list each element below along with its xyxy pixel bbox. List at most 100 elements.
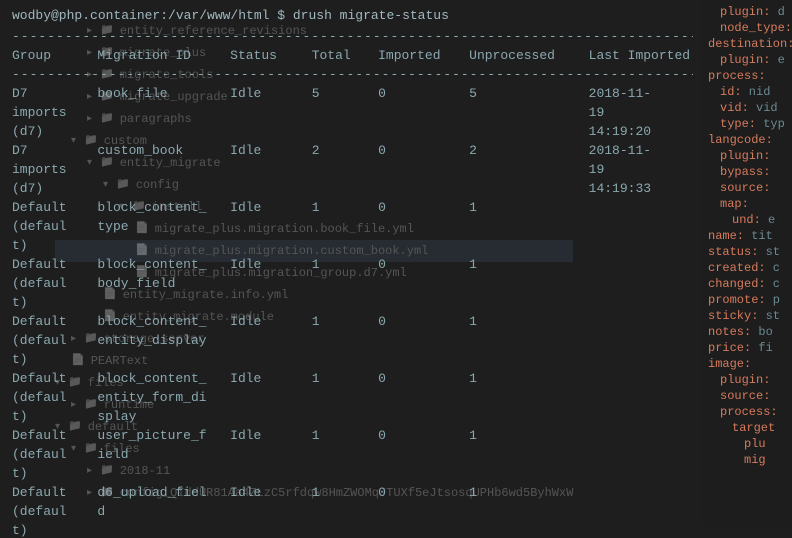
yaml-line: und: e: [708, 212, 786, 228]
yaml-key: process:: [720, 405, 778, 419]
yaml-line: type: typ: [708, 116, 786, 132]
table-row: (defaulield: [12, 447, 693, 462]
hdr-group: Group: [12, 48, 97, 63]
yaml-line: status: st: [708, 244, 786, 260]
table-row: D7custom_bookIdle2022018-11-: [12, 143, 693, 158]
table-row: t): [12, 466, 693, 481]
table-row: (d7)14:19:33: [12, 181, 693, 196]
yaml-key: image:: [708, 357, 751, 371]
table-row: imports19: [12, 105, 693, 120]
yaml-key: plugin:: [720, 5, 770, 19]
yaml-value: d: [770, 5, 784, 19]
table-row: (defaulbody_field: [12, 276, 693, 291]
table-row: (defaultype: [12, 219, 693, 234]
yaml-key: plugin:: [720, 373, 770, 387]
table-header: Group Migration ID Status Total Imported…: [12, 48, 693, 63]
yaml-line: created: c: [708, 260, 786, 276]
yaml-line: plugin: e: [708, 52, 786, 68]
table-row: Defaultuser_picture_fIdle101: [12, 428, 693, 443]
table-row: imports19: [12, 162, 693, 177]
yaml-line: langcode:: [708, 132, 786, 148]
prompt-line: wodby@php.container:/var/www/html $ drus…: [12, 8, 693, 23]
table-row: Defaultd6_upload_fielIdle101: [12, 485, 693, 500]
table-row: D7book_fileIdle5052018-11-: [12, 86, 693, 101]
hdr-last: Last Imported: [589, 48, 693, 63]
yaml-line: bypass:: [708, 164, 786, 180]
yaml-line: process:: [708, 68, 786, 84]
table-row: t): [12, 238, 693, 253]
yaml-key: notes:: [708, 325, 751, 339]
yaml-line: plugin:: [708, 148, 786, 164]
yaml-key: sticky:: [708, 309, 758, 323]
yaml-value: fi: [751, 341, 773, 355]
yaml-key: promote:: [708, 293, 766, 307]
table-row: Defaultblock_content_Idle101: [12, 257, 693, 272]
yaml-line: destination:: [708, 36, 786, 52]
yaml-value: p: [766, 293, 780, 307]
yaml-value: st: [758, 309, 780, 323]
yaml-line: plugin:: [708, 372, 786, 388]
yaml-value: vid: [749, 101, 778, 115]
yaml-line: image:: [708, 356, 786, 372]
yaml-key: plu: [744, 437, 766, 451]
yaml-value: c: [766, 261, 780, 275]
yaml-line: source:: [708, 388, 786, 404]
yaml-line: changed: c: [708, 276, 786, 292]
yaml-key: target: [732, 421, 775, 435]
yaml-key: source:: [720, 389, 770, 403]
yaml-line: map:: [708, 196, 786, 212]
table-row: t): [12, 352, 693, 367]
yaml-key: source:: [720, 181, 770, 195]
yaml-key: und:: [732, 213, 761, 227]
hdr-unproc: Unprocessed: [469, 48, 589, 63]
yaml-line: mig: [708, 452, 786, 468]
yaml-line: promote: p: [708, 292, 786, 308]
table-row: t): [12, 295, 693, 310]
yaml-key: langcode:: [708, 133, 773, 147]
table-row: Defaultblock_content_Idle101: [12, 314, 693, 329]
yaml-key: map:: [720, 197, 749, 211]
table-row: t)splay: [12, 409, 693, 424]
hdr-total: Total: [312, 48, 378, 63]
yaml-value: e: [761, 213, 775, 227]
yaml-line: vid: vid: [708, 100, 786, 116]
table-row: (defaulentity_form_di: [12, 390, 693, 405]
terminal[interactable]: wodby@php.container:/var/www/html $ drus…: [0, 0, 705, 527]
yaml-key: status:: [708, 245, 758, 259]
yaml-key: price:: [708, 341, 751, 355]
divider-top: ----------------------------------------…: [12, 29, 693, 44]
yaml-value: typ: [756, 117, 785, 131]
yaml-line: name: tit: [708, 228, 786, 244]
yaml-key: vid:: [720, 101, 749, 115]
hdr-migid: Migration ID: [97, 48, 230, 63]
yaml-key: mig: [744, 453, 766, 467]
yaml-key: changed:: [708, 277, 766, 291]
yaml-value: nid: [742, 85, 771, 99]
yaml-value: tit: [744, 229, 773, 243]
command-text: drush migrate-status: [293, 8, 449, 23]
yaml-panel: plugin: dnode_type:destination:plugin: e…: [702, 0, 792, 527]
yaml-value: st: [758, 245, 780, 259]
yaml-line: source:: [708, 180, 786, 196]
yaml-key: id:: [720, 85, 742, 99]
table-row: t): [12, 523, 693, 538]
yaml-key: plugin:: [720, 53, 770, 67]
yaml-line: sticky: st: [708, 308, 786, 324]
table-row: Defaultblock_content_Idle101: [12, 371, 693, 386]
yaml-key: process:: [708, 69, 766, 83]
yaml-line: notes: bo: [708, 324, 786, 340]
yaml-line: id: nid: [708, 84, 786, 100]
yaml-key: destination:: [708, 37, 792, 51]
yaml-line: target: [708, 420, 786, 436]
yaml-line: plu: [708, 436, 786, 452]
yaml-value: e: [770, 53, 784, 67]
hdr-status: Status: [230, 48, 312, 63]
yaml-line: node_type:: [708, 20, 786, 36]
yaml-key: created:: [708, 261, 766, 275]
hdr-imported: Imported: [378, 48, 469, 63]
yaml-line: price: fi: [708, 340, 786, 356]
yaml-key: name:: [708, 229, 744, 243]
yaml-value: c: [766, 277, 780, 291]
table-row: (defauld: [12, 504, 693, 519]
yaml-line: plugin: d: [708, 4, 786, 20]
